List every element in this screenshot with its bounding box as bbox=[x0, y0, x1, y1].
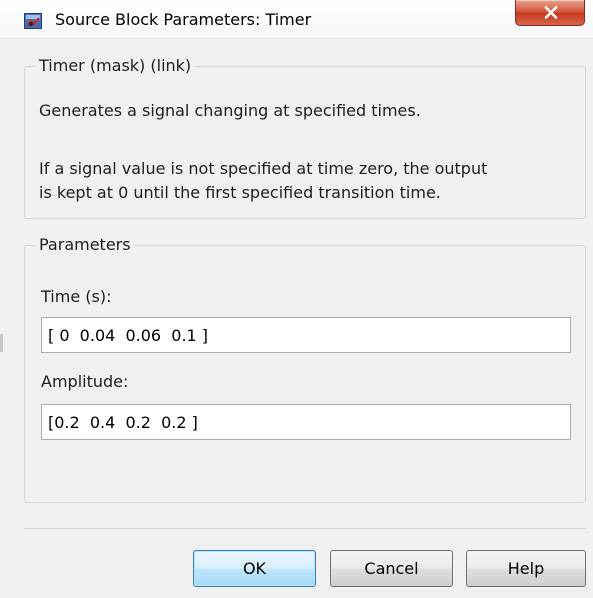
amplitude-input[interactable] bbox=[41, 404, 571, 440]
simulink-block-icon bbox=[24, 13, 42, 29]
time-label: Time (s): bbox=[41, 287, 112, 306]
parameters-group: Parameters Time (s): Amplitude: bbox=[24, 235, 586, 503]
description-legend: Timer (mask) (link) bbox=[35, 56, 196, 75]
close-x-icon bbox=[544, 6, 558, 19]
ok-button[interactable]: OK bbox=[193, 550, 316, 587]
description-line-3: is kept at 0 until the first specified t… bbox=[39, 183, 441, 202]
dialog-window: Source Block Parameters: Timer Timer (ma… bbox=[0, 0, 593, 598]
description-line-2: If a signal value is not specified at ti… bbox=[39, 159, 488, 178]
close-button[interactable] bbox=[515, 0, 585, 26]
description-line-1: Generates a signal changing at specified… bbox=[39, 101, 421, 120]
window-title: Source Block Parameters: Timer bbox=[55, 10, 312, 29]
title-bar[interactable]: Source Block Parameters: Timer bbox=[0, 0, 593, 39]
window-edge-mark bbox=[0, 334, 3, 352]
footer-divider bbox=[24, 528, 586, 529]
parameters-legend: Parameters bbox=[35, 235, 135, 254]
description-group: Timer (mask) (link) Generates a signal c… bbox=[24, 56, 586, 219]
amplitude-label: Amplitude: bbox=[41, 372, 129, 391]
help-button[interactable]: Help bbox=[466, 550, 586, 587]
time-input[interactable] bbox=[41, 317, 571, 353]
cancel-button[interactable]: Cancel bbox=[330, 550, 453, 587]
